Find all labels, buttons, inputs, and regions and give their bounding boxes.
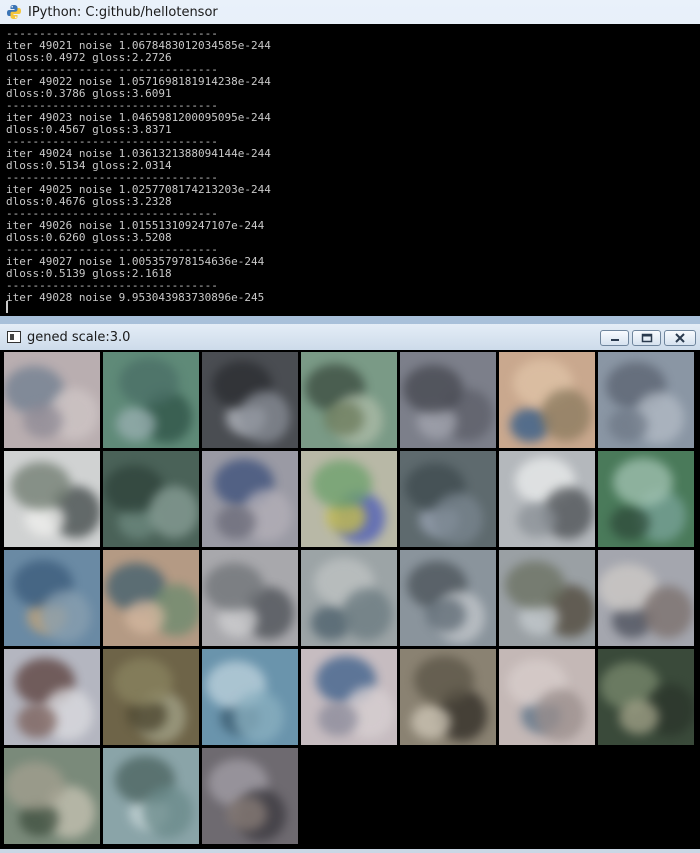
generated-image xyxy=(499,451,595,547)
generated-image xyxy=(499,352,595,448)
generated-image xyxy=(301,352,397,448)
generated-image xyxy=(598,352,694,448)
generated-image xyxy=(202,550,298,646)
generated-image xyxy=(400,550,496,646)
generated-image xyxy=(499,649,595,745)
console-lines: -------------------------------- iter 490… xyxy=(6,28,696,304)
window-gap xyxy=(0,316,700,324)
generated-image xyxy=(103,649,199,745)
gened-titlebar[interactable]: gened scale:3.0 xyxy=(0,324,700,350)
maximize-button[interactable] xyxy=(632,330,661,346)
generated-image xyxy=(598,649,694,745)
gened-title: gened scale:3.0 xyxy=(27,329,131,345)
generated-image xyxy=(103,550,199,646)
maximize-icon xyxy=(641,333,652,343)
console-window: IPython: C:github/hellotensor ----------… xyxy=(0,0,700,318)
window-border xyxy=(0,849,700,853)
generated-image xyxy=(202,451,298,547)
generated-image xyxy=(103,748,199,844)
window-icon xyxy=(7,331,21,343)
gened-window: gened scale:3.0 xyxy=(0,324,700,853)
console-titlebar[interactable]: IPython: C:github/hellotensor xyxy=(0,0,700,24)
generated-image xyxy=(400,649,496,745)
minimize-button[interactable] xyxy=(600,330,629,346)
generated-image xyxy=(301,649,397,745)
close-icon xyxy=(675,333,685,343)
generated-image xyxy=(202,649,298,745)
console-output[interactable]: -------------------------------- iter 490… xyxy=(0,24,700,316)
generated-image xyxy=(4,451,100,547)
generated-image xyxy=(103,352,199,448)
generated-image xyxy=(202,352,298,448)
generated-image xyxy=(499,550,595,646)
generated-image xyxy=(598,550,694,646)
generated-image xyxy=(4,550,100,646)
generated-image xyxy=(4,352,100,448)
console-line: iter 49028 noise 9.953043983730896e-245 xyxy=(6,291,265,304)
generated-image xyxy=(202,748,298,844)
generated-image xyxy=(598,451,694,547)
generated-image-grid xyxy=(4,352,698,851)
generated-image xyxy=(4,748,100,844)
minimize-icon xyxy=(610,339,619,341)
text-cursor xyxy=(6,301,8,313)
generated-image xyxy=(400,352,496,448)
generated-image xyxy=(103,451,199,547)
generated-image xyxy=(400,451,496,547)
generated-image xyxy=(301,550,397,646)
console-title: IPython: C:github/hellotensor xyxy=(28,4,218,20)
generated-image xyxy=(4,649,100,745)
close-button[interactable] xyxy=(664,330,696,346)
python-icon xyxy=(7,5,21,19)
generated-image xyxy=(301,451,397,547)
